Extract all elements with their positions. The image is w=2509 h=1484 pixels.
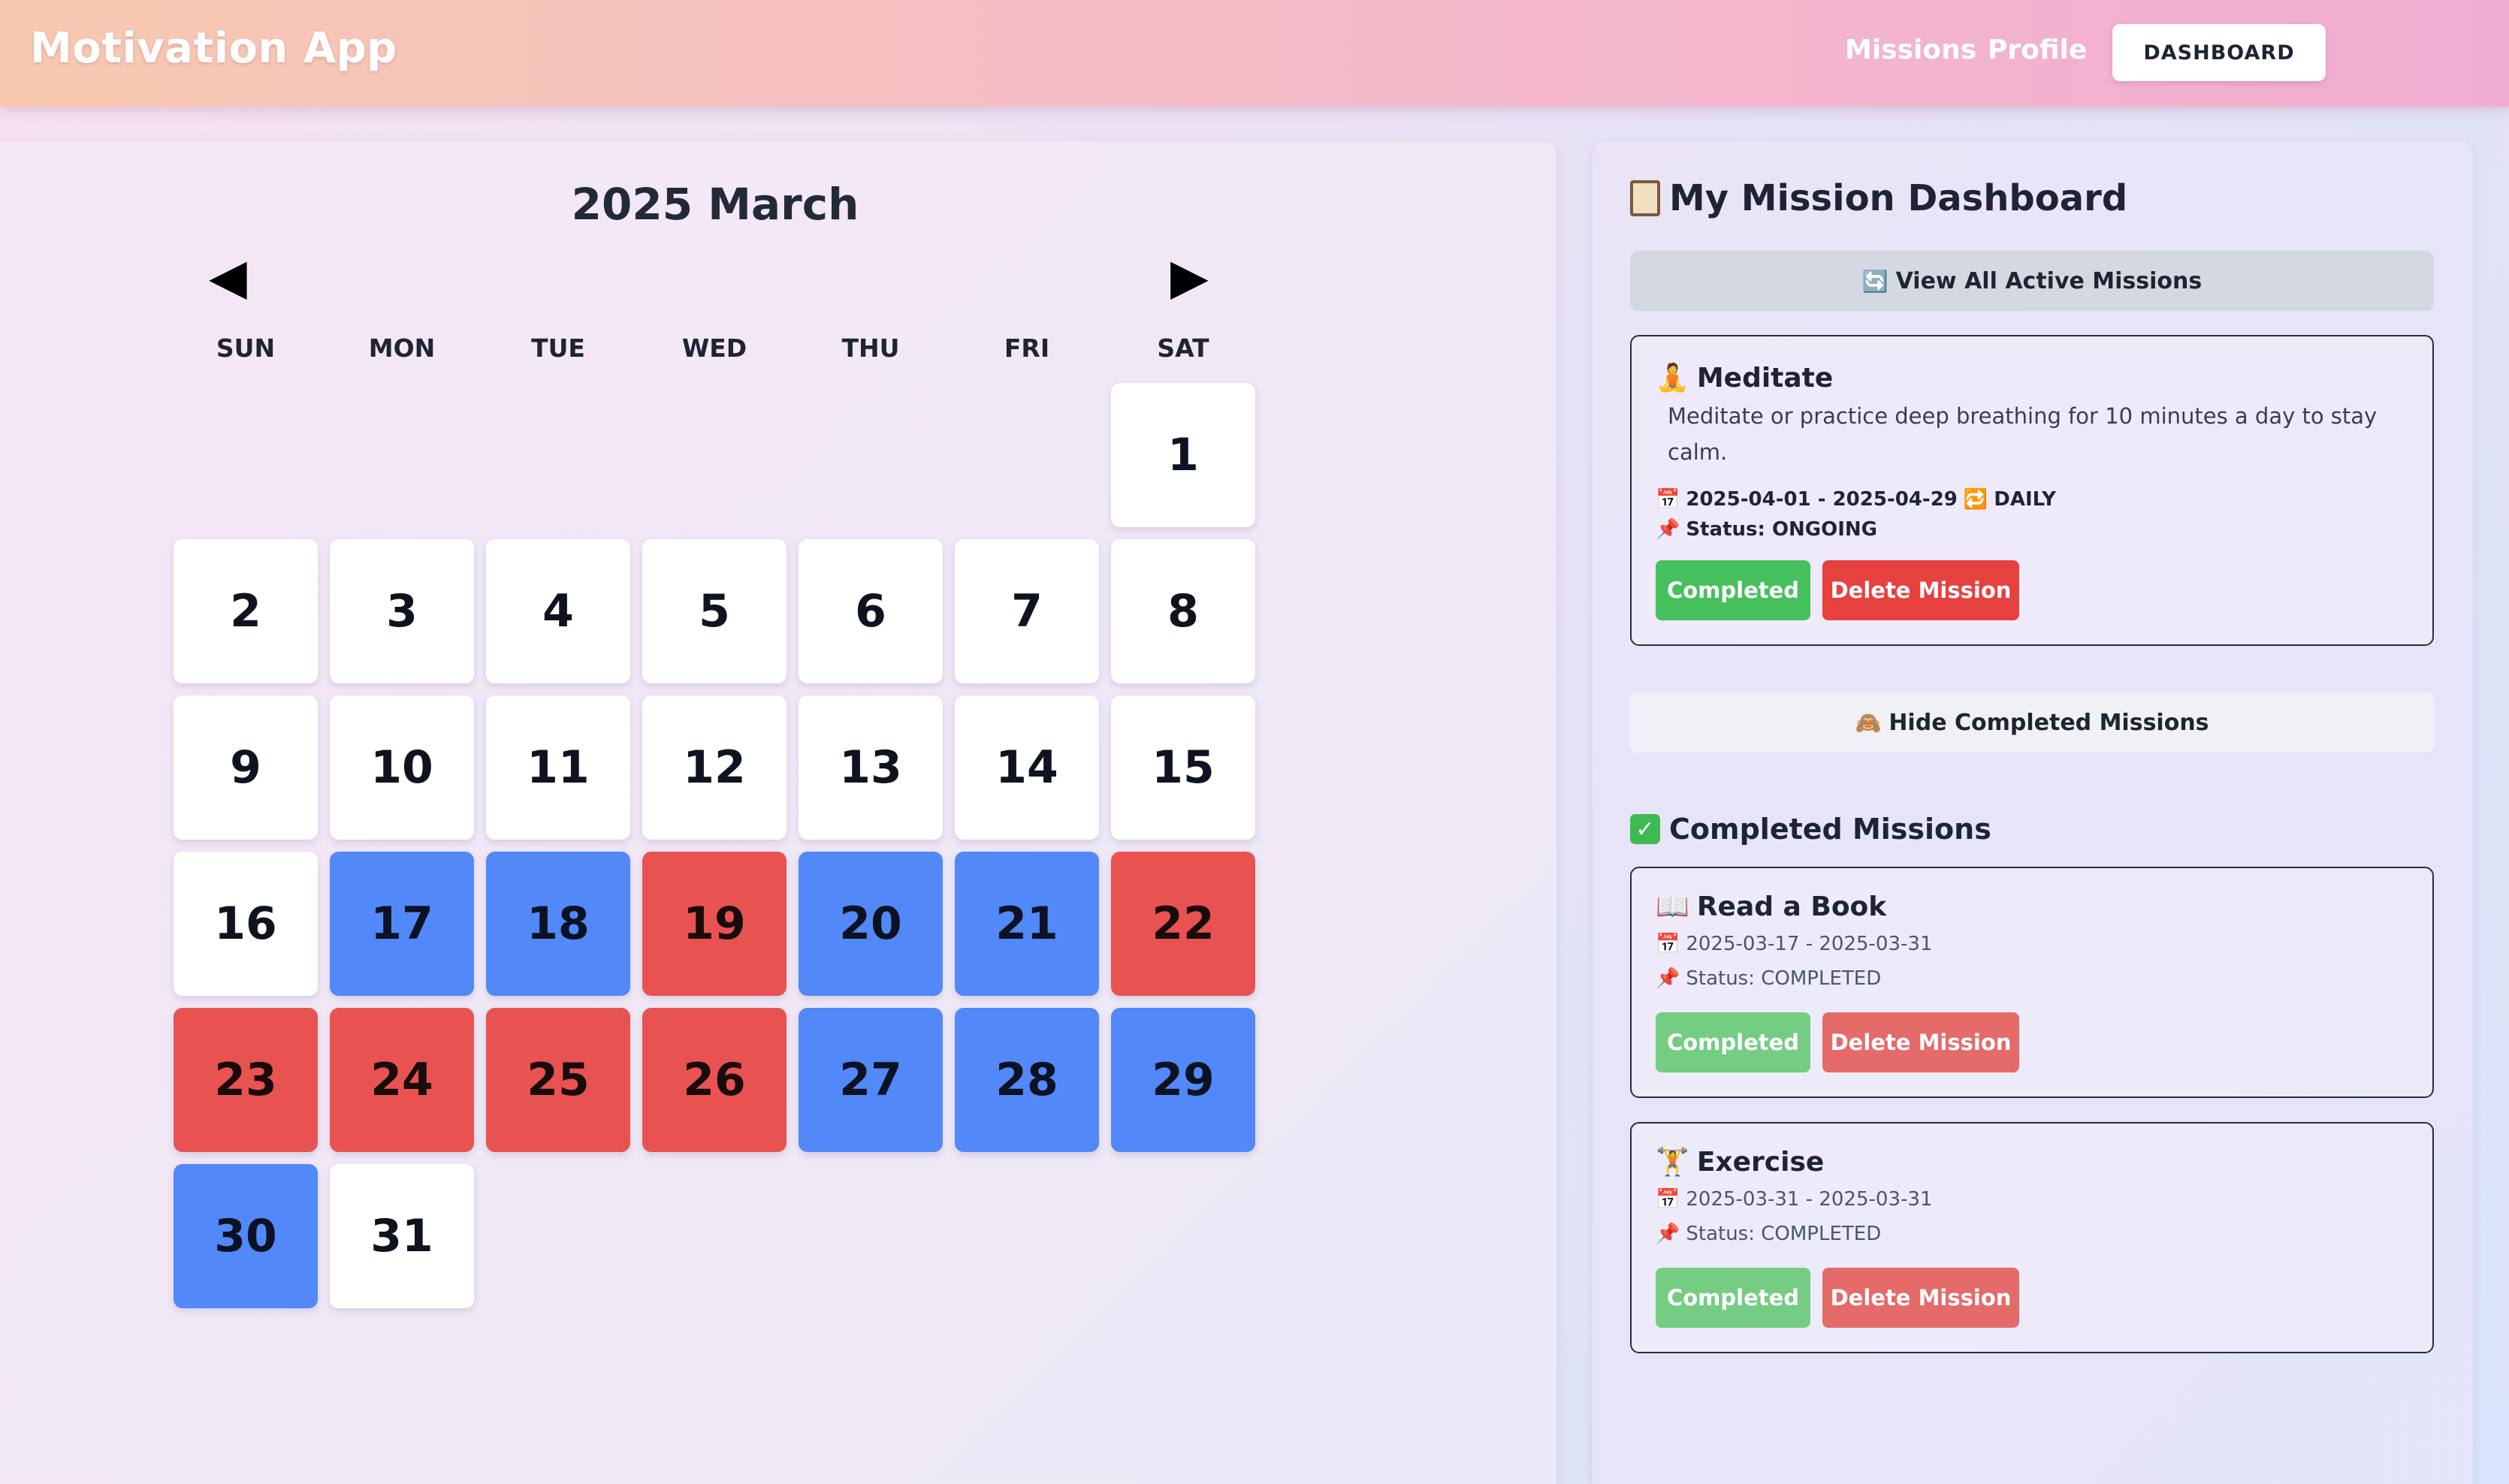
refresh-icon: 🔄	[1861, 268, 1889, 294]
mission-card-exercise: 🏋 Exercise 📅 2025-03-31 - 2025-03-31 📌 S…	[1630, 1122, 2434, 1353]
prev-month-arrow-icon[interactable]: ◀	[209, 252, 247, 302]
calendar-day-14[interactable]: 14	[955, 695, 1099, 840]
mission-frequency-text: DAILY	[1994, 488, 2056, 511]
mission-status: 📌 Status: COMPLETED	[1656, 1223, 1881, 1245]
calendar-day-21[interactable]: 21	[955, 852, 1099, 996]
calendar-day-5[interactable]: 5	[642, 539, 787, 683]
calendar-day-26[interactable]: 26	[642, 1008, 787, 1152]
view-active-missions-button[interactable]: 🔄 View All Active Missions	[1630, 251, 2434, 311]
calendar-day-4[interactable]: 4	[486, 539, 630, 683]
mission-status-text: Status: ONGOING	[1686, 518, 1878, 541]
see-no-evil-monkey-icon: 🙈	[1855, 710, 1882, 735]
mission-date-range: 📅 2025-03-31 - 2025-03-31	[1656, 1188, 1933, 1211]
repeat-icon: 🔁	[1963, 488, 1988, 511]
weekday-label-mon: MON	[368, 333, 436, 363]
view-active-missions-label: View All Active Missions	[1895, 267, 2203, 294]
calendar-day-11[interactable]: 11	[486, 695, 630, 840]
mission-status-text: Status: COMPLETED	[1686, 1223, 1882, 1245]
clipboard-icon	[1630, 180, 1660, 216]
mission-status: 📌 Status: ONGOING	[1656, 518, 1877, 541]
complete-mission-button[interactable]: Completed	[1656, 1268, 1810, 1328]
completed-missions-heading-text: Completed Missions	[1669, 813, 1991, 846]
calendar-day-18[interactable]: 18	[486, 852, 630, 996]
app-title[interactable]: Motivation App	[30, 24, 397, 73]
pushpin-icon: 📌	[1656, 967, 1680, 990]
calendar-day-7[interactable]: 7	[955, 539, 1099, 683]
delete-mission-button[interactable]: Delete Mission	[1822, 1012, 2019, 1072]
mission-status-text: Status: COMPLETED	[1686, 967, 1882, 990]
check-mark-icon: ✓	[1630, 814, 1660, 844]
calendar-day-20[interactable]: 20	[799, 852, 943, 996]
dashboard-heading: My Mission Dashboard	[1630, 177, 2127, 219]
calendar-day-3[interactable]: 3	[330, 539, 474, 683]
calendar-icon: 📅	[1656, 933, 1680, 955]
open-book-icon: 📖	[1656, 891, 1689, 922]
weekday-label-wed: WED	[681, 333, 747, 363]
mission-title: 🏋 Exercise	[1656, 1146, 1824, 1178]
mission-title-text: Meditate	[1696, 362, 1834, 394]
calendar-day-15[interactable]: 15	[1111, 695, 1255, 840]
weekday-label-thu: THU	[841, 333, 900, 363]
mission-date-range: 📅 2025-04-01 - 2025-04-29 🔁 DAILY	[1656, 488, 2056, 511]
calendar-day-24[interactable]: 24	[330, 1008, 474, 1152]
dashboard-heading-text: My Mission Dashboard	[1669, 177, 2128, 219]
mission-status: 📌 Status: COMPLETED	[1656, 967, 1881, 990]
next-month-arrow-icon[interactable]: ▶	[1170, 252, 1209, 302]
mission-card-meditate: 🧘 Meditate Meditate or practice deep bre…	[1630, 335, 2434, 646]
calendar-day-12[interactable]: 12	[642, 695, 787, 840]
mission-title: 🧘 Meditate	[1656, 362, 1833, 394]
pushpin-icon: 📌	[1656, 518, 1680, 541]
complete-mission-button[interactable]: Completed	[1656, 1012, 1810, 1072]
mission-title-text: Read a Book	[1696, 891, 1887, 922]
calendar-day-9[interactable]: 9	[174, 695, 318, 840]
delete-mission-button[interactable]: Delete Mission	[1822, 1268, 2019, 1328]
calendar-day-19[interactable]: 19	[642, 852, 787, 996]
calendar-icon: 📅	[1656, 488, 1680, 511]
complete-mission-button[interactable]: Completed	[1656, 560, 1810, 620]
calendar-day-16[interactable]: 16	[174, 852, 318, 996]
delete-mission-button[interactable]: Delete Mission	[1822, 560, 2019, 620]
mission-dates-text: 2025-04-01 - 2025-04-29	[1686, 488, 1958, 511]
calendar-icon: 📅	[1656, 1188, 1680, 1211]
hide-completed-missions-button[interactable]: 🙈 Hide Completed Missions	[1630, 692, 2434, 753]
calendar-day-2[interactable]: 2	[174, 539, 318, 683]
calendar-day-29[interactable]: 29	[1111, 1008, 1255, 1152]
calendar-day-10[interactable]: 10	[330, 695, 474, 840]
calendar-month-title: 2025 March	[571, 179, 859, 230]
calendar-day-31[interactable]: 31	[330, 1164, 474, 1308]
calendar-panel: 2025 March ◀ ▶ SUN MON TUE WED THU FRI SAT 123…	[0, 141, 1556, 1484]
weekday-label-tue: TUE	[531, 333, 585, 363]
nav-link-missions[interactable]: Missions	[1845, 35, 1976, 65]
calendar-day-17[interactable]: 17	[330, 852, 474, 996]
mission-dashboard-panel: My Mission Dashboard 🔄 View All Active M…	[1593, 141, 2473, 1484]
nav-link-profile[interactable]: Profile	[1988, 35, 2087, 65]
calendar-day-27[interactable]: 27	[799, 1008, 943, 1152]
mission-dates-text: 2025-03-17 - 2025-03-31	[1686, 933, 1933, 955]
calendar-day-13[interactable]: 13	[799, 695, 943, 840]
calendar-day-30[interactable]: 30	[174, 1164, 318, 1308]
mission-dates-text: 2025-03-31 - 2025-03-31	[1686, 1188, 1933, 1211]
calendar-day-8[interactable]: 8	[1111, 539, 1255, 683]
mission-title: 📖 Read a Book	[1656, 891, 1887, 923]
weekday-label-sat: SAT	[1157, 333, 1209, 363]
calendar-day-1[interactable]: 1	[1111, 383, 1255, 527]
weightlifting-icon: 🏋	[1656, 1147, 1689, 1178]
dashboard-button[interactable]: DASHBOARD	[2112, 24, 2326, 81]
mission-date-range: 📅 2025-03-17 - 2025-03-31	[1656, 933, 1933, 955]
calendar-day-28[interactable]: 28	[955, 1008, 1099, 1152]
calendar-day-6[interactable]: 6	[799, 539, 943, 683]
calendar-day-23[interactable]: 23	[174, 1008, 318, 1152]
calendar-day-22[interactable]: 22	[1111, 852, 1255, 996]
completed-missions-heading: ✓ Completed Missions	[1630, 813, 1991, 846]
pushpin-icon: 📌	[1656, 1223, 1680, 1245]
app-header: Motivation App Missions Profile DASHBOAR…	[0, 0, 2509, 107]
weekday-label-fri: FRI	[1004, 333, 1050, 363]
meditate-icon: 🧘	[1656, 363, 1689, 394]
mission-card-read-a-book: 📖 Read a Book 📅 2025-03-17 - 2025-03-31 …	[1630, 867, 2434, 1098]
mission-description: Meditate or practice deep breathing for …	[1668, 403, 2378, 465]
mission-title-text: Exercise	[1696, 1146, 1825, 1178]
weekday-label-sun: SUN	[216, 333, 276, 363]
calendar-day-25[interactable]: 25	[486, 1008, 630, 1152]
hide-completed-missions-label: Hide Completed Missions	[1889, 709, 2209, 736]
